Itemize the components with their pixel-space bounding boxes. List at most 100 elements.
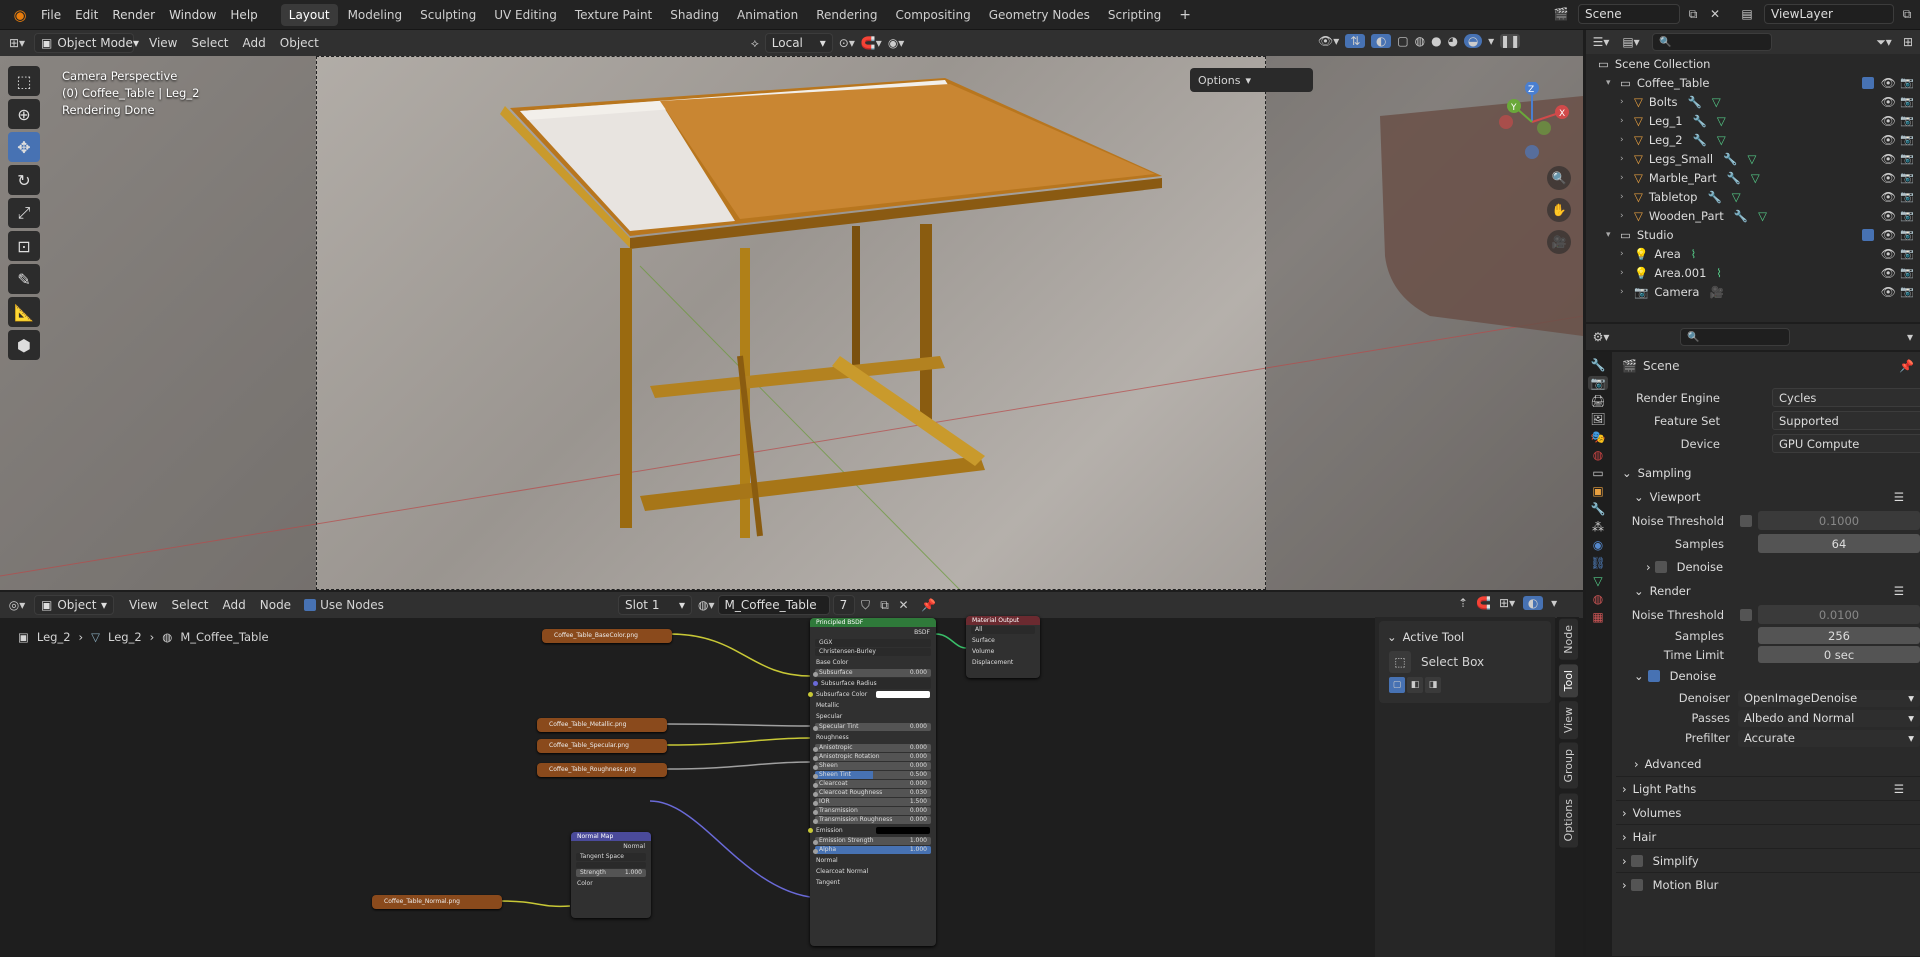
bsdf-input-sheen[interactable]: Sheen 0.000: [813, 762, 931, 770]
tab-geometry-nodes[interactable]: Geometry Nodes: [981, 4, 1098, 26]
viewport-subpanel-header[interactable]: ⌄ Viewport ☰: [1616, 485, 1920, 509]
texture-node-roughness[interactable]: Coffee_Table_Roughness.png: [537, 763, 667, 777]
modifier-icon[interactable]: 🔧: [1687, 95, 1701, 109]
overlay-options-icon[interactable]: ▾: [1551, 596, 1557, 610]
eye-icon[interactable]: 👁: [1881, 190, 1896, 204]
duplicate-material-icon[interactable]: ⧉: [877, 598, 893, 613]
input-socket[interactable]: [813, 765, 818, 770]
annotate-tool-icon[interactable]: ✎: [8, 264, 40, 294]
select-new-icon[interactable]: ▢: [1389, 677, 1405, 693]
transform-orientation-icon[interactable]: ⟡: [751, 36, 759, 51]
bsdf-input-anisotropic[interactable]: Anisotropic 0.000: [813, 744, 931, 752]
chevron-right-icon[interactable]: ›: [1620, 287, 1632, 297]
input-socket[interactable]: [808, 692, 813, 697]
list-icon[interactable]: ☰: [1894, 782, 1904, 796]
slot-dropdown[interactable]: Slot 1 ▾: [618, 595, 692, 615]
view-layer-properties-icon[interactable]: 🖼: [1590, 412, 1605, 426]
principled-bsdf-node[interactable]: Principled BSDF BSDF GGX Christensen-Bur…: [808, 618, 936, 946]
active-tool-header[interactable]: ⌄ Active Tool: [1379, 625, 1551, 649]
viewlayer-field[interactable]: ViewLayer: [1764, 4, 1894, 24]
chevron-right-icon[interactable]: ›: [1620, 97, 1632, 107]
noise-threshold-checkbox[interactable]: [1740, 608, 1752, 621]
advanced-subpanel-header[interactable]: › Advanced: [1616, 752, 1920, 776]
pin-icon[interactable]: 📌: [921, 598, 937, 612]
chevron-right-icon[interactable]: ›: [1620, 268, 1632, 278]
list-icon[interactable]: ☰: [1894, 584, 1904, 598]
editor-type-icon[interactable]: ⊞▾: [0, 36, 34, 50]
tab-uv-editing[interactable]: UV Editing: [486, 4, 565, 26]
node-editor-canvas[interactable]: ▣ Leg_2 › ▽ Leg_2 › ◍ M_Coffee_Table Coffee…: [0, 616, 1583, 956]
bsdf-input-subsurface[interactable]: Subsurface 0.000: [813, 669, 931, 677]
render-toggle-icon[interactable]: 📷: [1900, 285, 1914, 298]
input-socket[interactable]: [813, 726, 818, 731]
bsdf-input-ior[interactable]: IOR 1.500: [813, 798, 931, 806]
collection-properties-icon[interactable]: ▭: [1592, 466, 1603, 480]
gizmo-toggle-icon[interactable]: ⇅: [1345, 34, 1366, 48]
menu-render[interactable]: Render: [105, 8, 162, 22]
input-socket[interactable]: [813, 747, 818, 752]
select-extend-icon[interactable]: ◧: [1407, 677, 1423, 693]
mesh-data-icon[interactable]: ▽: [1747, 152, 1756, 166]
input-socket[interactable]: [813, 810, 818, 815]
input-socket[interactable]: [813, 801, 818, 806]
normal-space-dropdown[interactable]: Tangent Space: [576, 853, 646, 861]
new-viewlayer-icon[interactable]: ⧉: [1898, 7, 1916, 22]
bsdf-input-subsurface-color[interactable]: Subsurface Color: [808, 689, 936, 700]
menu-object[interactable]: Object: [273, 36, 326, 50]
tool-properties-icon[interactable]: 🔧: [1591, 358, 1606, 372]
world-properties-icon[interactable]: ◍: [1593, 448, 1603, 462]
render-toggle-icon[interactable]: 📷: [1900, 266, 1914, 279]
chevron-right-icon[interactable]: ›: [1620, 192, 1632, 202]
outliner-item-leg-1[interactable]: › ▽ Leg_1 🔧 ▽ 👁 📷: [1586, 111, 1920, 130]
object-properties-icon[interactable]: ▣: [1592, 484, 1603, 498]
eye-icon[interactable]: 👁: [1881, 228, 1896, 242]
wireframe-shading-icon[interactable]: ◍: [1415, 34, 1425, 48]
mesh-data-icon[interactable]: ▽: [1751, 171, 1760, 185]
input-socket[interactable]: [813, 849, 818, 854]
feature-set-dropdown[interactable]: Supported▾: [1772, 411, 1920, 430]
shading-options-icon[interactable]: ▾: [1488, 34, 1494, 48]
render-toggle-icon[interactable]: 📷: [1900, 95, 1914, 108]
tab-sculpting[interactable]: Sculpting: [412, 4, 484, 26]
outliner-item-leg-2[interactable]: › ▽ Leg_2 🔧 ▽ 👁 📷: [1586, 130, 1920, 149]
texture-node-basecolor[interactable]: Coffee_Table_BaseColor.png: [542, 629, 672, 643]
tab-tool[interactable]: Tool: [1558, 663, 1578, 698]
viewport-noise-threshold-field[interactable]: 0.1000: [1758, 511, 1920, 530]
eye-icon[interactable]: 👁: [1881, 133, 1896, 147]
select-subtract-icon[interactable]: ◨: [1425, 677, 1441, 693]
proportional-edit-icon[interactable]: ◉▾: [888, 36, 905, 50]
material-sphere-icon[interactable]: ◍▾: [698, 598, 715, 612]
bsdf-input-transmission-roughness[interactable]: Transmission Roughness 0.000: [813, 816, 931, 824]
unlink-material-icon[interactable]: ✕: [896, 598, 912, 612]
outliner-item-tabletop[interactable]: › ▽ Tabletop 🔧 ▽ 👁 📷: [1586, 187, 1920, 206]
tab-node[interactable]: Node: [1558, 619, 1578, 660]
distribution-dropdown[interactable]: GGX: [815, 639, 931, 647]
select-box-icon[interactable]: ⬚: [1389, 651, 1411, 673]
visibility-icon[interactable]: 👁▾: [1318, 34, 1339, 48]
eye-icon[interactable]: 👁: [1881, 285, 1896, 299]
input-socket[interactable]: [813, 840, 818, 845]
time-limit-field[interactable]: 0 sec: [1758, 646, 1920, 663]
noise-threshold-checkbox[interactable]: [1740, 514, 1752, 527]
eye-icon[interactable]: 👁: [1881, 95, 1896, 109]
eye-icon[interactable]: 👁: [1881, 114, 1896, 128]
render-toggle-icon[interactable]: 📷: [1900, 228, 1914, 241]
normal-map-node[interactable]: Normal Map Normal Tangent Space Strength…: [571, 832, 651, 918]
material-output-node[interactable]: Material Output All Surface Volume Displ…: [966, 616, 1040, 678]
simplify-checkbox[interactable]: [1630, 854, 1643, 867]
select-box-tool-icon[interactable]: ⬚: [8, 66, 40, 96]
output-properties-icon[interactable]: 🖨: [1590, 394, 1605, 408]
modifier-properties-icon[interactable]: 🔧: [1591, 502, 1606, 516]
render-toggle-icon[interactable]: 📷: [1900, 152, 1914, 165]
input-socket[interactable]: [813, 819, 818, 824]
blender-logo-icon[interactable]: ◉: [6, 6, 34, 24]
options-button[interactable]: Options: [1198, 74, 1240, 87]
chevron-down-icon[interactable]: ▾: [1606, 230, 1618, 240]
xray-icon[interactable]: ▢: [1397, 34, 1408, 48]
eye-icon[interactable]: 👁: [1881, 76, 1896, 90]
mode-dropdown[interactable]: ▣ Object Mode ▾: [34, 33, 139, 53]
eye-icon[interactable]: 👁: [1881, 171, 1896, 185]
eye-icon[interactable]: 👁: [1881, 152, 1896, 166]
eye-icon[interactable]: 👁: [1881, 266, 1896, 280]
tab-shading[interactable]: Shading: [662, 4, 727, 26]
